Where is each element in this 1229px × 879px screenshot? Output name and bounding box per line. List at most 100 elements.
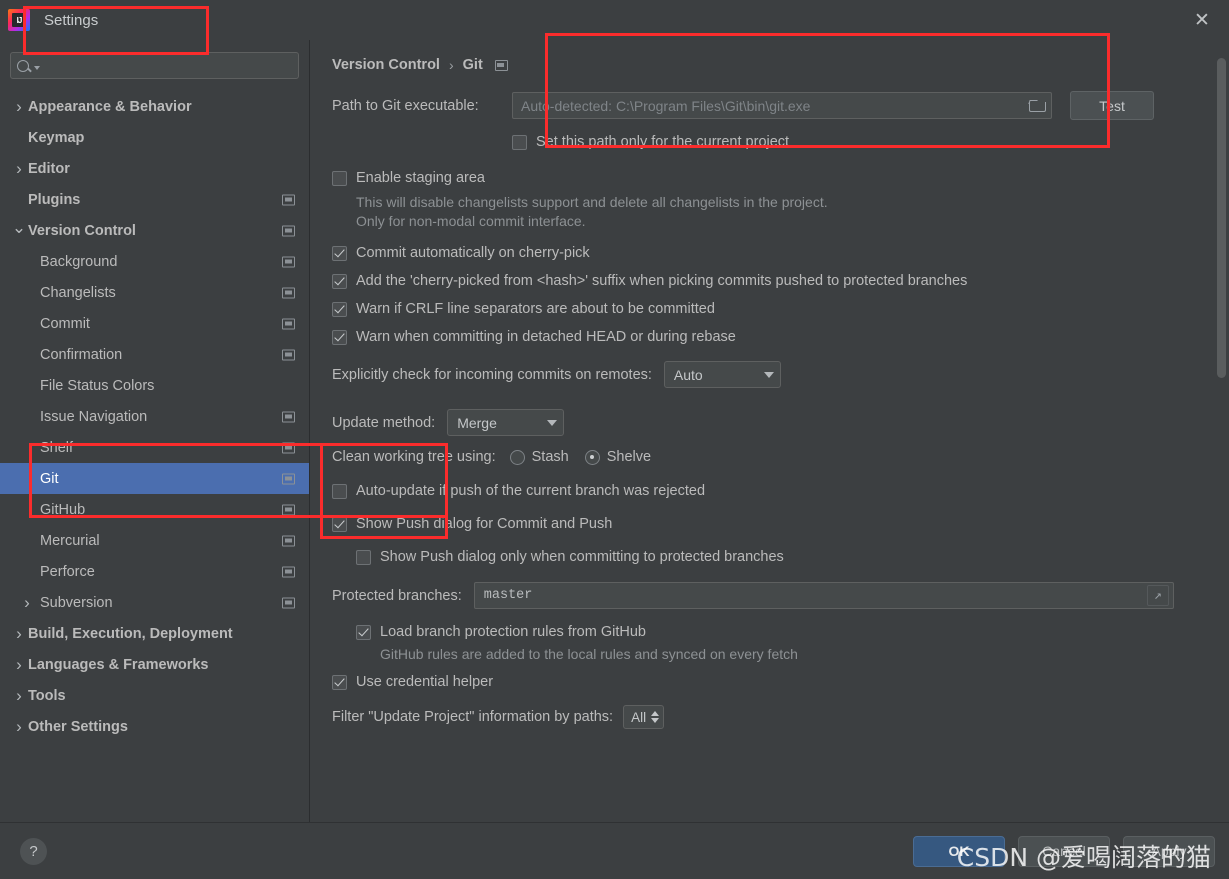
close-icon[interactable]: ✕: [1187, 5, 1217, 35]
sidebar-item-build-execution-deployment[interactable]: Build, Execution, Deployment: [0, 618, 309, 649]
chevron-right-icon[interactable]: [10, 625, 28, 642]
sidebar-item-appearance-behavior[interactable]: Appearance & Behavior: [0, 91, 309, 122]
add-cherry-picked-suffix-checkbox[interactable]: [332, 273, 347, 289]
update-method-row: Update method: Merge: [332, 409, 1201, 436]
sidebar-item-editor[interactable]: Editor: [0, 153, 309, 184]
settings-tree: Appearance & Behavior Keymap Editor Plugins…: [0, 91, 309, 742]
vertical-scrollbar[interactable]: [1217, 58, 1226, 378]
explicit-check-label: Explicitly check for incoming commits on…: [332, 366, 652, 383]
title-bar: IJ Settings ✕: [0, 0, 1229, 40]
search-wrapper: [0, 48, 309, 89]
breadcrumb-root[interactable]: Version Control: [332, 57, 440, 73]
auto-update-rejected-row[interactable]: Auto-update if push of the current branc…: [332, 477, 1201, 505]
sidebar-item-background[interactable]: Background: [0, 246, 309, 277]
sidebar-item-keymap[interactable]: Keymap: [0, 122, 309, 153]
sidebar-item-git[interactable]: Git: [0, 463, 309, 494]
auto-update-rejected-checkbox[interactable]: [332, 483, 347, 499]
use-credential-helper-row[interactable]: Use credential helper: [332, 668, 1201, 696]
sidebar-item-plugins[interactable]: Plugins: [0, 184, 309, 215]
auto-update-rejected-label: Auto-update if push of the current branc…: [356, 483, 706, 499]
use-credential-helper-checkbox[interactable]: [332, 674, 347, 690]
sidebar-item-tools[interactable]: Tools: [0, 680, 309, 711]
chevron-right-icon[interactable]: [10, 656, 28, 673]
chevron-right-icon[interactable]: [10, 687, 28, 704]
update-method-combobox[interactable]: Merge: [447, 409, 565, 436]
breadcrumb-separator: ›: [448, 57, 454, 73]
dialog-footer: ? OK Cancel Apply: [0, 822, 1229, 879]
breadcrumb-leaf: Git: [462, 57, 483, 73]
sidebar-item-version-control[interactable]: Version Control: [0, 215, 309, 246]
search-input[interactable]: [45, 58, 292, 73]
sidebar-item-shelf[interactable]: Shelf: [0, 432, 309, 463]
clean-working-tree-row: Clean working tree using: Stash Shelve: [332, 449, 1201, 465]
sidebar-item-changelists[interactable]: Changelists: [0, 277, 309, 308]
show-push-dialog-row[interactable]: Show Push dialog for Commit and Push: [332, 510, 1201, 538]
load-branch-rules-checkbox[interactable]: [356, 624, 371, 640]
enable-staging-area-checkbox[interactable]: [332, 170, 347, 186]
show-push-dialog-checkbox[interactable]: [332, 516, 347, 532]
load-branch-rules-row[interactable]: Load branch protection rules from GitHub: [356, 618, 1201, 646]
project-scope-icon: [282, 442, 295, 453]
protected-branches-input[interactable]: master ↗: [473, 582, 1174, 609]
chevron-down-icon[interactable]: [10, 222, 28, 239]
sidebar-item-label: Tools: [28, 687, 66, 704]
chevron-right-icon[interactable]: [10, 98, 28, 115]
commit-auto-cherry-pick-row[interactable]: Commit automatically on cherry-pick: [332, 239, 1201, 267]
warn-crlf-row[interactable]: Warn if CRLF line separators are about t…: [332, 295, 1201, 323]
set-path-only-current-project-checkbox[interactable]: [512, 134, 527, 150]
sidebar-item-confirmation[interactable]: Confirmation: [0, 339, 309, 370]
sidebar-item-perforce[interactable]: Perforce: [0, 556, 309, 587]
chevron-right-icon[interactable]: [10, 718, 28, 735]
add-cherry-picked-suffix-row[interactable]: Add the 'cherry-picked from <hash>' suff…: [332, 267, 1201, 295]
sidebar-item-other-settings[interactable]: Other Settings: [0, 711, 309, 742]
warn-detached-head-checkbox[interactable]: [332, 329, 347, 345]
test-button[interactable]: Test: [1070, 91, 1154, 120]
sidebar-item-mercurial[interactable]: Mercurial: [0, 525, 309, 556]
intellij-idea-icon: IJ: [8, 9, 30, 31]
set-path-only-current-project-row[interactable]: Set this path only for the current proje…: [512, 128, 1201, 156]
shelve-radio[interactable]: [584, 449, 600, 465]
chevron-right-icon[interactable]: [10, 160, 28, 177]
cancel-button[interactable]: Cancel: [1018, 835, 1110, 867]
spinner-arrows-icon[interactable]: [651, 711, 660, 723]
commit-auto-cherry-pick-label: Commit automatically on cherry-pick: [356, 245, 590, 261]
warn-detached-head-row[interactable]: Warn when committing in detached HEAD or…: [332, 323, 1201, 351]
stash-radio[interactable]: [509, 449, 525, 465]
sidebar-item-label: GitHub: [40, 501, 86, 518]
sidebar-item-file-status-colors[interactable]: File Status Colors: [0, 370, 309, 401]
sidebar-item-languages-frameworks[interactable]: Languages & Frameworks: [0, 649, 309, 680]
search-icon: [17, 59, 29, 72]
project-scope-icon: [282, 194, 295, 205]
filter-paths-spinner[interactable]: All: [623, 705, 665, 729]
clean-working-tree-label: Clean working tree using:: [332, 449, 496, 465]
sidebar-item-github[interactable]: GitHub: [0, 494, 309, 525]
add-cherry-picked-suffix-label: Add the 'cherry-picked from <hash>' suff…: [356, 273, 968, 289]
sidebar-item-issue-navigation[interactable]: Issue Navigation: [0, 401, 309, 432]
sidebar-item-label: Commit: [40, 315, 90, 332]
path-to-git-row: Path to Git executable: Auto-detected: C…: [332, 91, 1201, 120]
search-box[interactable]: [10, 52, 299, 79]
filter-update-project-label: Filter "Update Project" information by p…: [332, 709, 614, 725]
ok-button[interactable]: OK: [913, 835, 1005, 867]
enable-staging-area-label: Enable staging area: [356, 170, 485, 186]
show-push-dialog-protected-checkbox[interactable]: [356, 549, 371, 565]
enable-staging-area-row[interactable]: Enable staging area: [332, 164, 1201, 192]
clean-tree-shelve-option[interactable]: Shelve: [584, 449, 651, 465]
sidebar-item-subversion[interactable]: Subversion: [0, 587, 309, 618]
sidebar-item-commit[interactable]: Commit: [0, 308, 309, 339]
search-dropdown-icon[interactable]: [34, 65, 40, 70]
chevron-right-icon[interactable]: [18, 594, 36, 611]
help-button[interactable]: ?: [20, 837, 47, 865]
clean-tree-stash-option[interactable]: Stash: [509, 449, 569, 465]
protected-branches-value: master: [483, 588, 533, 603]
sidebar-item-label: Confirmation: [40, 346, 123, 363]
show-push-dialog-protected-row[interactable]: Show Push dialog only when committing to…: [356, 543, 1201, 571]
explicit-check-combobox[interactable]: Auto: [663, 361, 781, 388]
folder-icon[interactable]: [1029, 100, 1046, 112]
apply-button[interactable]: Apply: [1123, 835, 1215, 867]
path-to-git-input[interactable]: Auto-detected: C:\Program Files\Git\bin\…: [512, 92, 1052, 119]
warn-crlf-checkbox[interactable]: [332, 301, 347, 317]
expand-icon[interactable]: ↗: [1146, 585, 1169, 606]
commit-auto-cherry-pick-checkbox[interactable]: [332, 245, 347, 261]
chevron-down-icon: [547, 419, 558, 426]
